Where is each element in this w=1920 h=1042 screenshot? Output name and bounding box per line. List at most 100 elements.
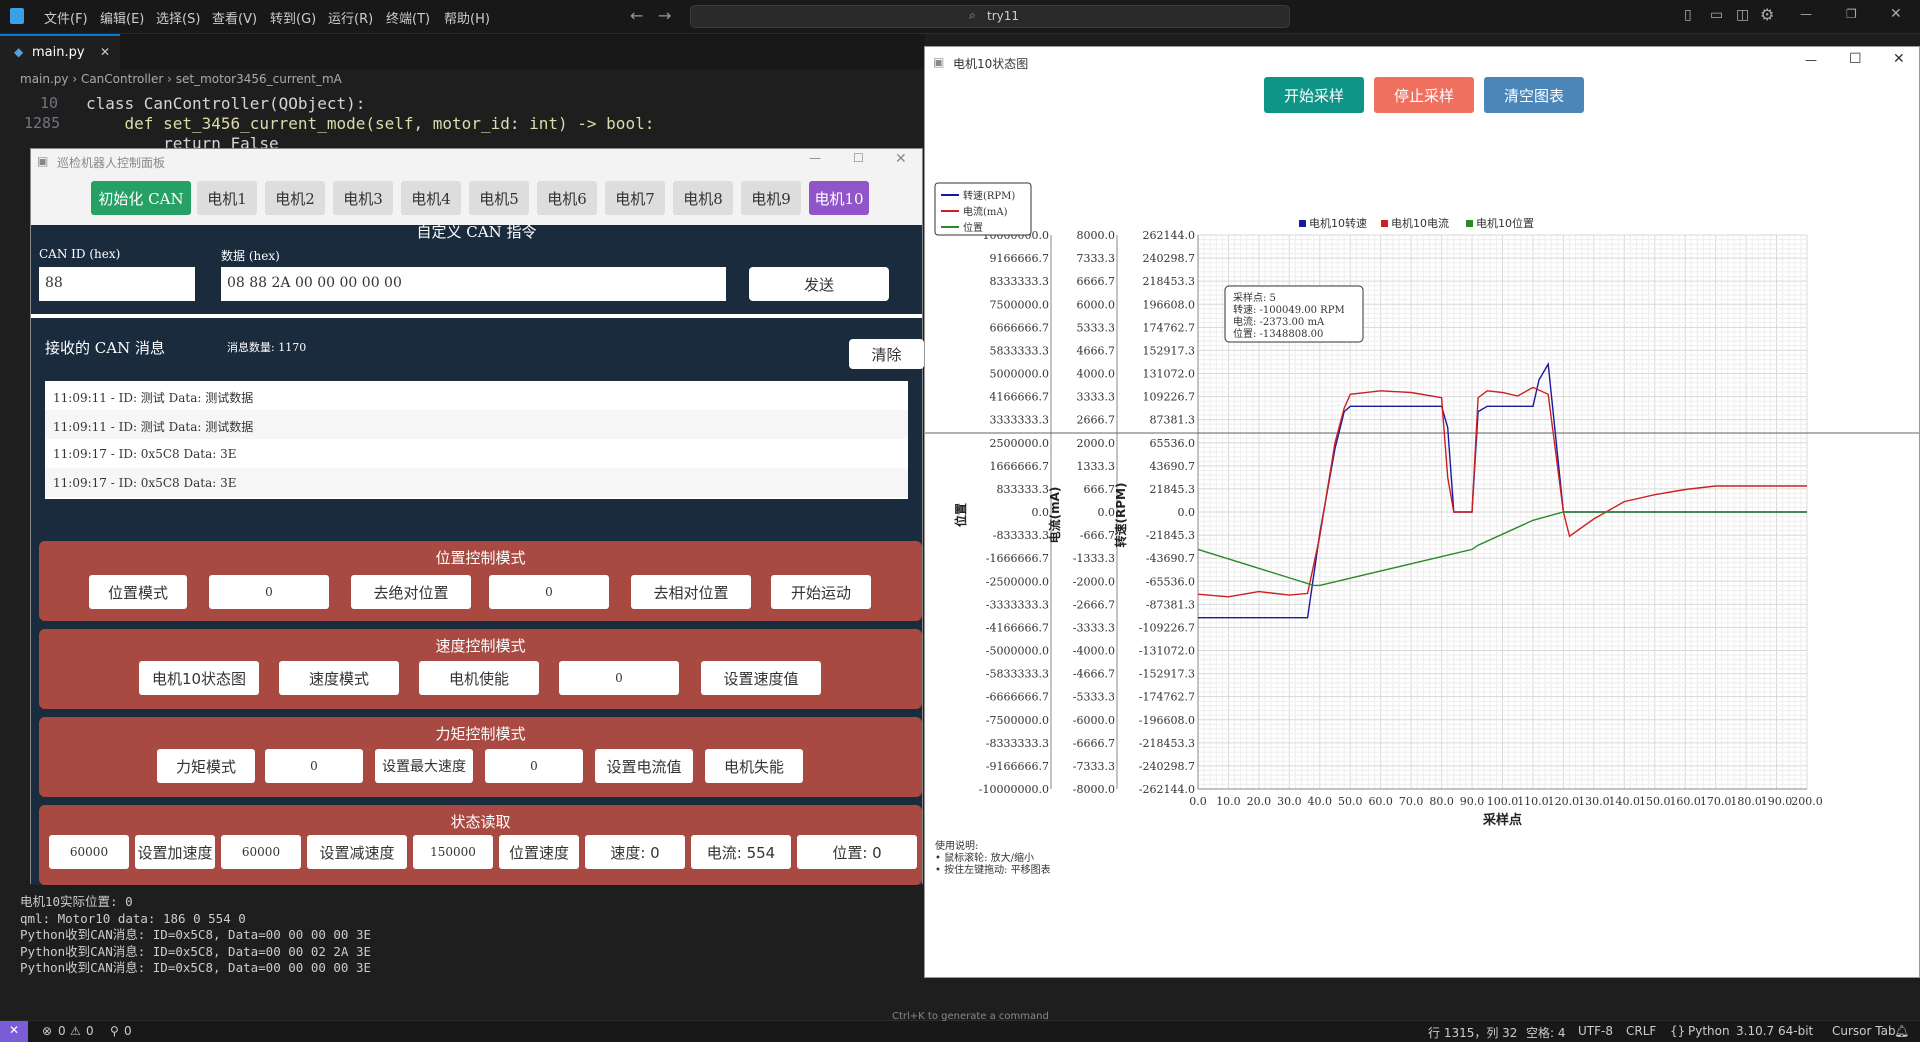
message-list[interactable]: 11:09:11 - ID: 测试 Data: 测试数据 11:09:11 - … [45, 381, 908, 499]
data-input[interactable]: 08 88 2A 00 00 00 00 00 [221, 267, 726, 301]
max-speed-input[interactable]: 0 [265, 749, 363, 783]
maximize-icon[interactable]: ☐ [853, 151, 864, 165]
motor3-button[interactable]: 电机3 [333, 181, 393, 215]
menu-selection[interactable]: 选择(S) [156, 8, 200, 27]
breadcrumb-file[interactable]: main.py [20, 72, 69, 86]
breadcrumb-method[interactable]: set_motor3456_current_mA [176, 72, 342, 86]
maximize-icon[interactable]: ☐ [1849, 51, 1862, 67]
breadcrumb-class[interactable]: CanController [81, 72, 163, 86]
motor1-button[interactable]: 电机1 [197, 181, 257, 215]
motor-status-chart[interactable]: 10000000.09166666.78333333.37500000.0666… [925, 115, 1919, 977]
speed-mode-button[interactable]: 速度模式 [279, 661, 399, 695]
language-mode[interactable]: Python [1688, 1024, 1730, 1038]
menu-help[interactable]: 帮助(H) [444, 8, 490, 27]
motor8-button[interactable]: 电机8 [673, 181, 733, 215]
set-current-button[interactable]: 设置电流值 [595, 749, 693, 783]
goto-absolute-button[interactable]: 去绝对位置 [351, 575, 471, 609]
menu-view[interactable]: 查看(V) [212, 8, 257, 27]
legend-swatch [1466, 220, 1473, 227]
set-speed-button[interactable]: 设置速度值 [701, 661, 821, 695]
layout-sidebar-icon[interactable]: ▯ [1684, 7, 1692, 23]
set-max-speed-button[interactable]: 设置最大速度 [375, 749, 473, 783]
x-tick-label: 170.0 [1700, 795, 1732, 808]
layout-split-icon[interactable]: ◫ [1736, 7, 1749, 23]
close-icon[interactable]: ✕ [1893, 51, 1905, 67]
absolute-position-input[interactable]: 0 [209, 575, 329, 609]
position-speed-input[interactable]: 150000 [413, 835, 493, 869]
line-ending[interactable]: CRLF [1626, 1024, 1656, 1038]
gear-icon[interactable]: ⚙ [1760, 5, 1774, 24]
close-icon[interactable]: ✕ [1890, 6, 1902, 22]
position-speed-button[interactable]: 位置速度 [499, 835, 579, 869]
menu-run[interactable]: 运行(R) [328, 8, 373, 27]
set-deceleration-button[interactable]: 设置减速度 [307, 835, 407, 869]
x-tick-label: 110.0 [1517, 795, 1549, 808]
forward-arrow-icon[interactable]: → [658, 6, 671, 25]
python-interpreter[interactable]: 3.10.7 64-bit [1736, 1024, 1813, 1038]
bell-icon[interactable]: 🔔︎ [1894, 1024, 1909, 1038]
minimize-icon[interactable]: — [809, 151, 821, 165]
acceleration-input[interactable]: 60000 [49, 835, 129, 869]
cursor-position[interactable]: 行 1315，列 32 [1428, 1024, 1517, 1041]
tab-main-py[interactable]: ◆ main.py ✕ [0, 34, 120, 70]
motor7-button[interactable]: 电机7 [605, 181, 665, 215]
motor10-status-chart-button[interactable]: 电机10状态图 [139, 661, 259, 695]
chart-titlebar[interactable]: ▣ 电机10状态图 — ☐ ✕ [925, 47, 1919, 79]
restore-icon[interactable]: ❐ [1846, 7, 1857, 21]
remote-icon[interactable]: ✕ [0, 1021, 28, 1042]
panel-titlebar[interactable]: ▣ 巡检机器人控制面板 — ☐ ✕ [31, 149, 922, 173]
tab-close-icon[interactable]: ✕ [100, 45, 110, 59]
set-acceleration-button[interactable]: 设置加速度 [135, 835, 215, 869]
warnings-icon[interactable]: ⚠ [70, 1024, 81, 1038]
menu-file[interactable]: 文件(F) [44, 8, 88, 27]
ports-icon[interactable]: ⚲ [110, 1024, 119, 1038]
init-can-button[interactable]: 初始化 CAN [91, 181, 191, 215]
start-sampling-button[interactable]: 开始采样 [1264, 77, 1364, 113]
relative-position-input[interactable]: 0 [489, 575, 609, 609]
minimize-icon[interactable]: — [1800, 7, 1812, 21]
y-tick-label: 4666.7 [1077, 344, 1116, 357]
speed-value-input[interactable]: 0 [559, 661, 679, 695]
usage-text: • 按住左键拖动: 平移图表 [935, 863, 1051, 876]
layout-panel-icon[interactable]: ▭ [1710, 7, 1723, 23]
menu-terminal[interactable]: 终端(T) [386, 8, 430, 27]
can-id-input[interactable]: 88 [39, 267, 195, 301]
y-tick-label: 3333333.3 [990, 414, 1050, 427]
errors-icon[interactable]: ⊗ [42, 1024, 52, 1038]
y-tick-label: -218453.3 [1139, 737, 1195, 750]
motor9-button[interactable]: 电机9 [741, 181, 801, 215]
motor10-button[interactable]: 电机10 [809, 181, 869, 215]
menu-edit[interactable]: 编辑(E) [100, 8, 144, 27]
command-center-search[interactable]: ⌕ try11 [690, 5, 1290, 28]
position-mode-button[interactable]: 位置模式 [89, 575, 187, 609]
goto-relative-button[interactable]: 去相对位置 [631, 575, 751, 609]
minimize-icon[interactable]: — [1805, 53, 1817, 67]
y-tick-label: 21845.3 [1150, 483, 1196, 496]
motor5-button[interactable]: 电机5 [469, 181, 529, 215]
motor-enable-button[interactable]: 电机使能 [419, 661, 539, 695]
current-value-input[interactable]: 0 [485, 749, 583, 783]
clear-chart-button[interactable]: 清空图表 [1484, 77, 1584, 113]
clear-button[interactable]: 清除 [849, 339, 924, 369]
x-tick-label: 130.0 [1578, 795, 1610, 808]
start-motion-button[interactable]: 开始运动 [771, 575, 871, 609]
y-tick-label: 262144.0 [1143, 229, 1196, 242]
send-button[interactable]: 发送 [749, 267, 889, 301]
motor-disable-button[interactable]: 电机失能 [705, 749, 803, 783]
cursor-tab[interactable]: Cursor Tab [1832, 1024, 1896, 1038]
torque-mode-button[interactable]: 力矩模式 [157, 749, 255, 783]
stop-sampling-button[interactable]: 停止采样 [1374, 77, 1474, 113]
encoding[interactable]: UTF-8 [1578, 1024, 1613, 1038]
motor4-button[interactable]: 电机4 [401, 181, 461, 215]
terminal-line: Python收到CAN消息: ID=0x5C8, Data=00 00 00 0… [20, 927, 372, 942]
deceleration-input[interactable]: 60000 [221, 835, 301, 869]
x-tick-label: 10.0 [1216, 795, 1241, 808]
back-arrow-icon[interactable]: ← [630, 6, 643, 25]
menu-goto[interactable]: 转到(G) [270, 8, 316, 27]
motor2-button[interactable]: 电机2 [265, 181, 325, 215]
python-file-icon: ◆ [14, 45, 24, 59]
motor6-button[interactable]: 电机6 [537, 181, 597, 215]
section-title: 力矩控制模式 [435, 725, 526, 743]
indentation[interactable]: 空格: 4 [1526, 1024, 1566, 1041]
close-icon[interactable]: ✕ [895, 151, 907, 167]
